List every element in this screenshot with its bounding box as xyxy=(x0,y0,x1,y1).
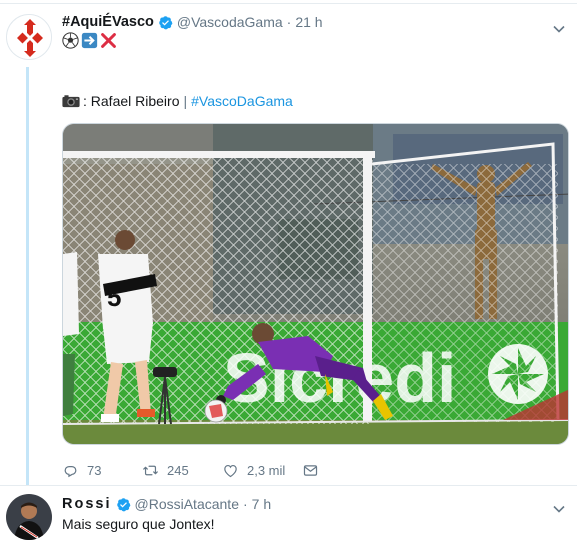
timeline-top-border xyxy=(0,0,577,4)
tweet-timestamp[interactable]: 21 h xyxy=(295,14,322,30)
hashtag-link[interactable]: #VascoDaGama xyxy=(191,93,293,109)
chevron-down-icon[interactable] xyxy=(552,22,566,36)
cross-mark-icon xyxy=(100,32,117,49)
heart-icon xyxy=(224,464,237,478)
soccer-ball-icon xyxy=(62,32,79,49)
separator-dot: · xyxy=(286,14,292,30)
emoji-line xyxy=(62,32,117,49)
author-name[interactable]: #AquiÉVasco xyxy=(62,14,154,30)
reply-header: Rossi @RossiAtacante · 7 h xyxy=(62,494,271,514)
tweet-timestamp[interactable]: 7 h xyxy=(252,496,271,512)
author-handle[interactable]: @RossiAtacante xyxy=(135,496,239,512)
reply-count: 73 xyxy=(87,463,102,478)
reply-text: Mais seguro que Jontex! xyxy=(62,516,215,532)
verified-badge-icon xyxy=(116,497,130,511)
verified-badge-icon xyxy=(159,15,173,29)
svg-text:5: 5 xyxy=(107,282,121,312)
tweet-divider xyxy=(0,485,577,486)
chevron-down-icon[interactable] xyxy=(552,502,566,516)
reply-action[interactable]: 73 xyxy=(62,462,101,479)
reply-icon xyxy=(64,466,77,478)
like-action[interactable]: 2,3 mil xyxy=(222,462,285,479)
envelope-icon xyxy=(303,465,318,476)
camera-icon xyxy=(62,95,80,108)
avatar[interactable] xyxy=(6,494,52,540)
retweet-icon xyxy=(143,465,158,476)
avatar[interactable] xyxy=(6,14,52,60)
vasco-cross-logo xyxy=(7,15,51,59)
goalkeeper-save-photo: Sicredi xyxy=(63,124,568,444)
rossi-avatar-photo xyxy=(6,494,52,540)
separator-dot: · xyxy=(242,496,248,512)
tweet-header: #AquiÉVasco @VascodaGama · 21 h xyxy=(62,12,323,32)
credit-name: : Rafael Ribeiro xyxy=(83,93,180,109)
thread-line xyxy=(26,67,29,485)
photo-credit: : Rafael Ribeiro | #VascoDaGama xyxy=(62,93,293,109)
retweet-action[interactable]: 245 xyxy=(142,462,189,479)
author-handle[interactable]: @VascodaGama xyxy=(177,14,283,30)
author-name[interactable]: Rossi xyxy=(62,496,112,512)
like-count: 2,3 mil xyxy=(247,463,286,478)
right-arrow-icon xyxy=(81,32,98,49)
dm-action[interactable] xyxy=(302,462,327,479)
retweet-count: 245 xyxy=(167,463,189,478)
credit-separator: | xyxy=(183,93,188,109)
tweet-photo[interactable]: Sicredi xyxy=(62,123,569,445)
